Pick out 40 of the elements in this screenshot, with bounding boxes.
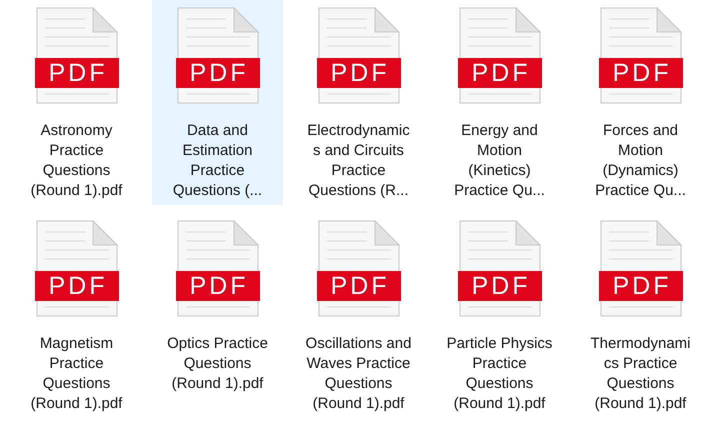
file-name: Thermodynami cs Practice Questions (Round 1).pdf <box>590 334 691 414</box>
file-tile[interactable]: PDF Oscillations and Waves Practice Questions (Round 1).pdf <box>293 213 424 418</box>
pdf-label: PDF <box>188 272 250 300</box>
file-tile[interactable]: PDF Forces and Motion (Dynamics) Practice Qu... <box>575 0 706 205</box>
pdf-label: PDF <box>48 272 108 300</box>
pdf-label: PDF <box>48 59 108 87</box>
document-icon <box>316 220 400 317</box>
document-icon <box>34 7 118 104</box>
document-icon <box>316 7 400 104</box>
pdf-label: PDF <box>330 59 390 87</box>
file-tile[interactable]: PDF Data and Estimation Practice Questions (... <box>152 0 283 205</box>
file-name: Forces and Motion (Dynamics) Practice Qu... <box>595 121 686 201</box>
file-name: Optics Practice Questions (Round 1).pdf <box>167 334 268 394</box>
document-icon <box>598 7 682 104</box>
pdf-label: PDF <box>470 59 532 87</box>
file-tile[interactable]: PDF Electrodynamic s and Circuits Practice Questions (R... <box>293 0 424 205</box>
file-tile[interactable]: PDF Particle Physics Practice Questions (Round 1).pdf <box>434 213 565 418</box>
pdf-label: PDF <box>188 59 250 87</box>
file-name: Energy and Motion (Kinetics) Practice Qu... <box>454 121 545 201</box>
file-name: Magnetism Practice Questions (Round 1).pdf <box>30 334 122 414</box>
pdf-label: PDF <box>330 272 390 300</box>
file-name: Astronomy Practice Questions (Round 1).pdf <box>30 121 122 201</box>
file-name: Particle Physics Practice Questions (Round 1).pdf <box>446 334 552 414</box>
document-icon <box>458 220 542 317</box>
file-name: Data and Estimation Practice Questions (... <box>172 121 262 201</box>
pdf-label: PDF <box>612 59 672 87</box>
document-icon <box>176 220 260 317</box>
file-name: Oscillations and Waves Practice Questions (Round 1).pdf <box>306 334 412 414</box>
document-icon <box>458 7 542 104</box>
pdf-label: PDF <box>470 272 532 300</box>
file-tile[interactable]: PDF Thermodynami cs Practice Questions (Round 1).pdf <box>575 213 706 418</box>
file-tile[interactable]: PDF Optics Practice Questions (Round 1).pdf <box>152 213 283 418</box>
file-tile[interactable]: PDF Energy and Motion (Kinetics) Practice Qu... <box>434 0 565 205</box>
document-icon <box>34 220 118 317</box>
file-tile[interactable]: PDF Magnetism Practice Questions (Round 1).pdf <box>11 213 142 418</box>
file-tile[interactable]: PDF Astronomy Practice Questions (Round 1).pdf <box>11 0 142 205</box>
pdf-label: PDF <box>612 272 672 300</box>
document-icon <box>598 220 682 317</box>
file-name: Electrodynamic s and Circuits Practice Questions (R... <box>307 121 410 201</box>
document-icon <box>176 7 260 104</box>
